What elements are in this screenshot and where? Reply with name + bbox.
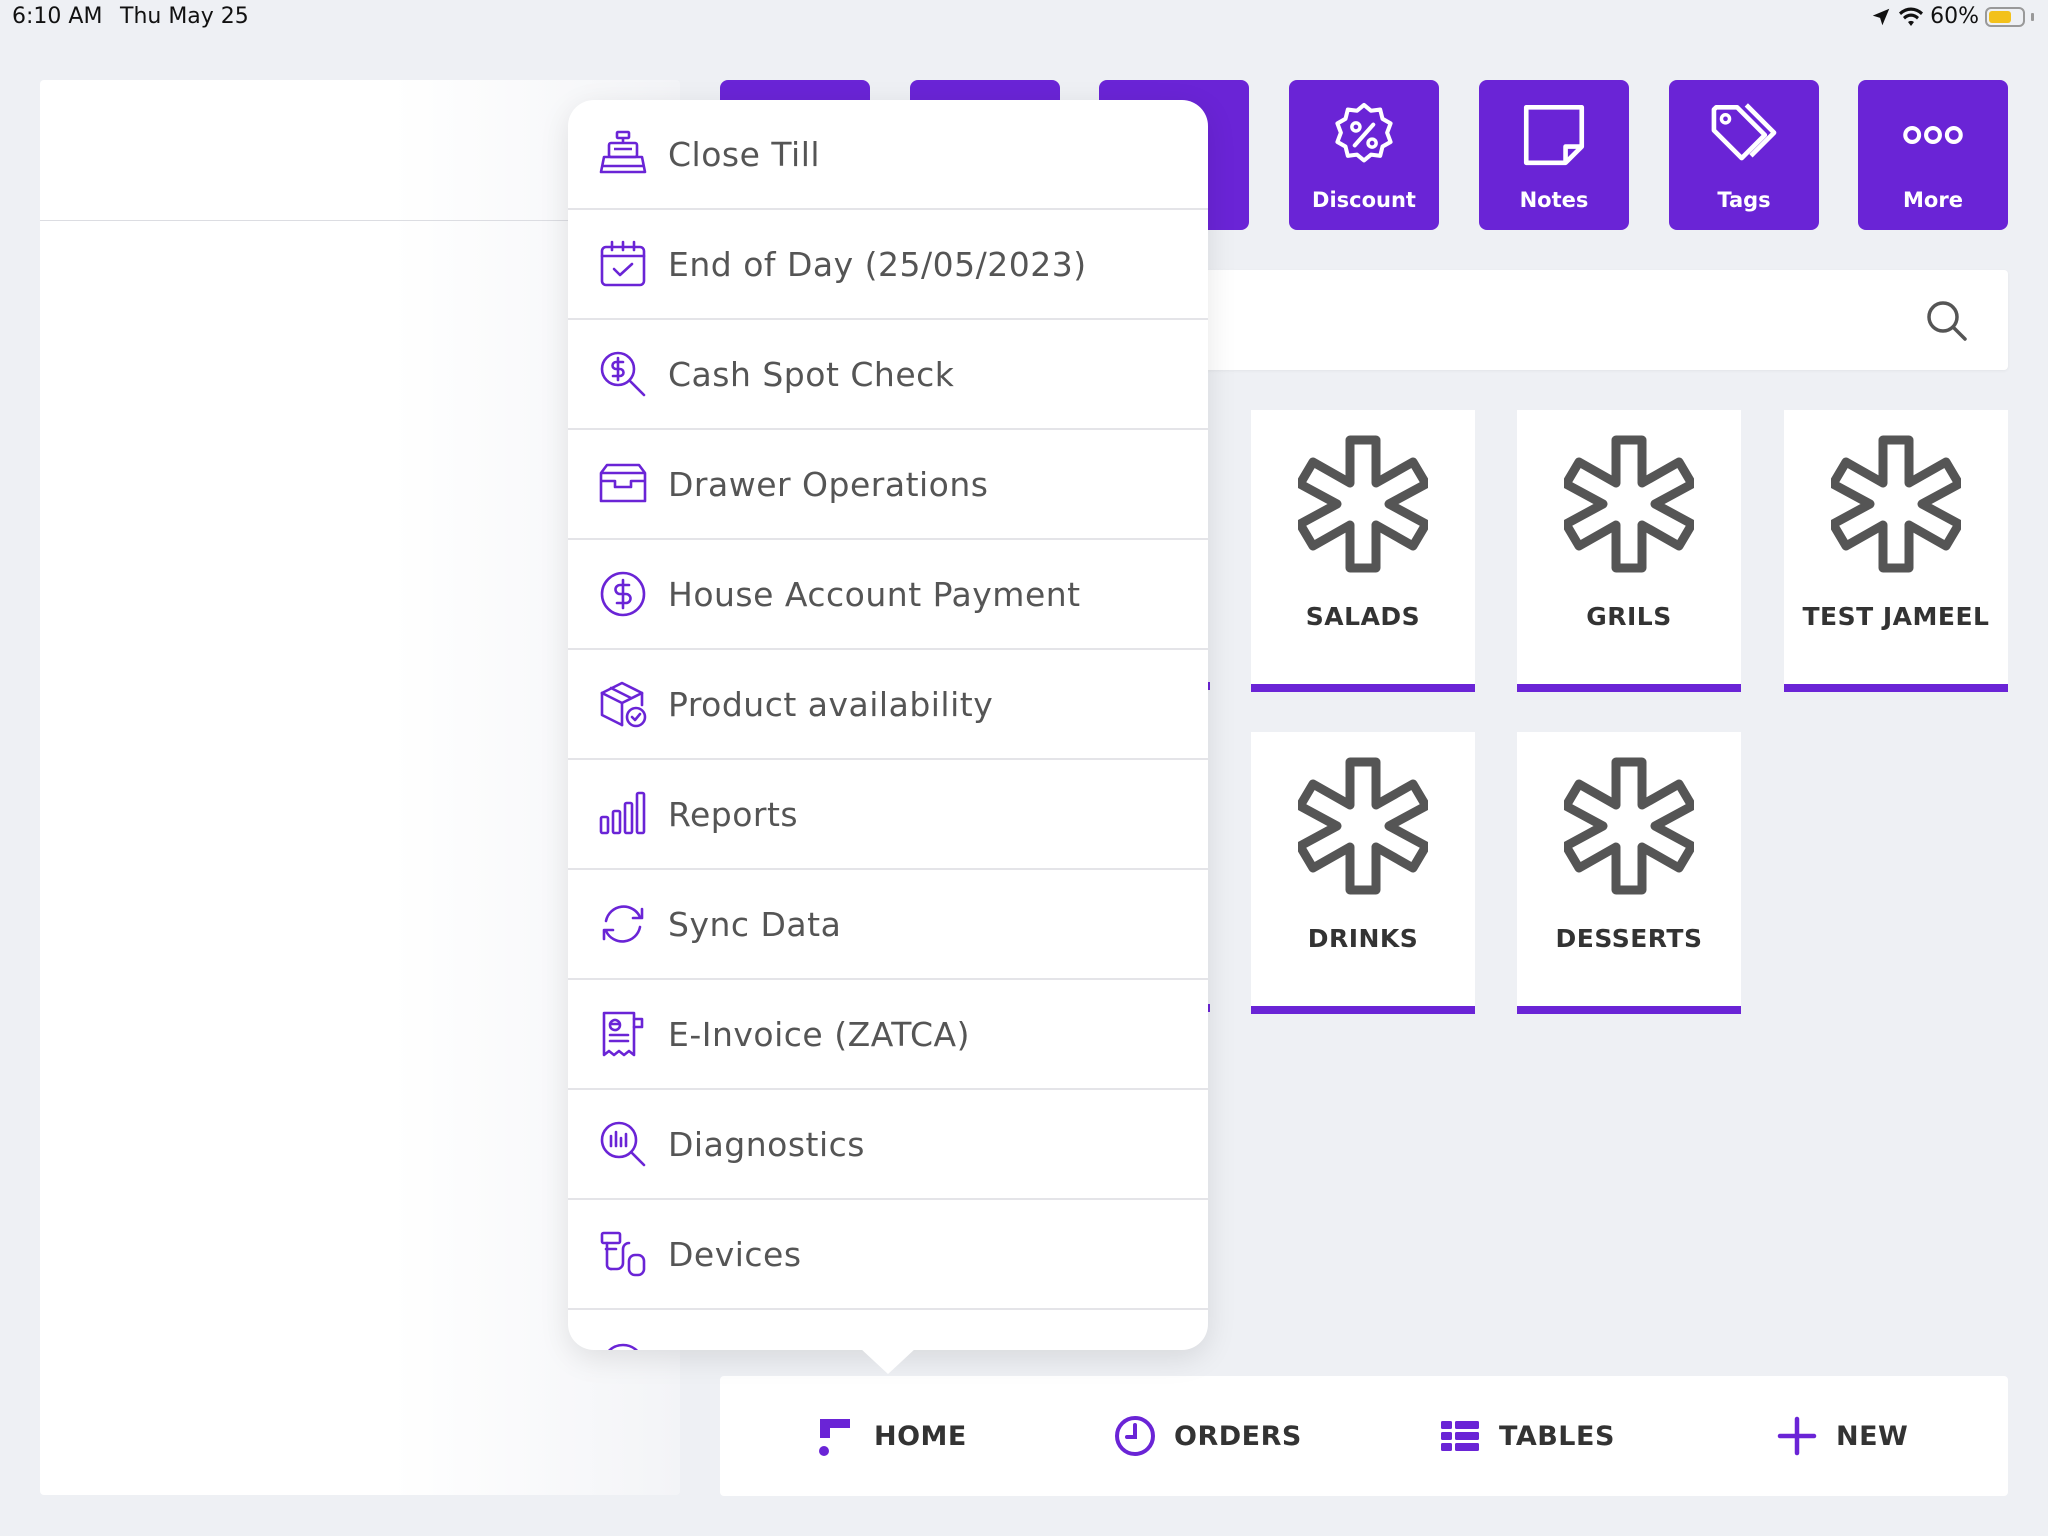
location-icon: [1872, 8, 1890, 25]
asterisk-icon: [1564, 756, 1694, 896]
menu-item-label: Sync Data: [668, 904, 842, 944]
asterisk-icon: [1831, 434, 1961, 574]
menu-item-label: Devices: [668, 1234, 802, 1274]
menu-item-label: End of Day (25/05/2023): [668, 244, 1087, 284]
menu-item-e-invoice[interactable]: E-Invoice (ZATCA): [568, 980, 1208, 1090]
asterisk-icon: [1564, 434, 1694, 574]
status-indicators: 60%: [1870, 4, 2034, 29]
notes-label: Notes: [1519, 188, 1589, 212]
category-tile-desserts[interactable]: DESSERTS: [1517, 732, 1741, 1014]
panel-divider: [40, 220, 640, 221]
menu-item-label: Cash Spot Check: [668, 354, 955, 394]
notes-icon: [1523, 104, 1585, 166]
more-menu-popover: Close Till End of Day (25/05/2023) Cash …: [568, 100, 1208, 1350]
category-label: SALADS: [1305, 602, 1421, 631]
more-button[interactable]: More: [1858, 80, 2008, 230]
menu-item-reports[interactable]: Reports: [568, 760, 1208, 870]
asterisk-icon: [1298, 756, 1428, 896]
category-label: DESSERTS: [1555, 924, 1703, 953]
nav-new-label: NEW: [1836, 1420, 1909, 1452]
menu-item-partial[interactable]: [568, 1310, 1208, 1350]
calendar-check-icon: [600, 240, 646, 287]
nav-new[interactable]: NEW: [1774, 1410, 1908, 1462]
home-logo-icon: [819, 1419, 850, 1456]
notes-button[interactable]: Notes: [1479, 80, 1629, 230]
menu-item-label: Drawer Operations: [668, 464, 989, 504]
battery-icon: [1985, 6, 2025, 27]
menu-item-diagnostics[interactable]: Diagnostics: [568, 1090, 1208, 1200]
menu-item-label: Reports: [668, 794, 799, 834]
diagnostics-icon: [600, 1121, 646, 1167]
tags-icon: [1711, 103, 1777, 161]
menu-item-drawer-operations[interactable]: Drawer Operations: [568, 430, 1208, 540]
category-tile-grils[interactable]: GRILS: [1517, 410, 1741, 692]
category-tile-salads[interactable]: SALADS: [1251, 410, 1475, 692]
search-bar[interactable]: [1190, 270, 2008, 370]
drawer-icon: [599, 463, 647, 503]
menu-item-house-account-payment[interactable]: House Account Payment: [568, 540, 1208, 650]
menu-item-label: Diagnostics: [668, 1124, 865, 1164]
tags-label: Tags: [1717, 188, 1771, 212]
category-label: DRINKS: [1307, 924, 1419, 953]
popover-arrow: [860, 1348, 916, 1374]
bottom-nav: HOME ORDERS TABLES NEW: [720, 1376, 2008, 1496]
menu-item-cash-spot-check[interactable]: Cash Spot Check: [568, 320, 1208, 430]
bar-chart-icon: [599, 791, 646, 835]
more-label: More: [1903, 188, 1963, 212]
plus-icon: [1777, 1416, 1817, 1456]
nav-orders-label: ORDERS: [1174, 1420, 1302, 1452]
dollar-circle-icon: [600, 571, 646, 617]
more-icon: [1903, 126, 1963, 144]
menu-item-label: Product availability: [668, 684, 994, 724]
tags-button[interactable]: Tags: [1669, 80, 1819, 230]
status-time: 6:10 AM: [12, 4, 103, 29]
nav-tables[interactable]: TABLES: [1437, 1410, 1615, 1462]
asterisk-icon: [1298, 434, 1428, 574]
menu-item-label: Close Till: [668, 134, 821, 174]
menu-item-label: E-Invoice (ZATCA): [668, 1014, 970, 1054]
sync-icon: [602, 905, 644, 943]
cash-register-icon: [599, 130, 647, 174]
dollar-search-icon: [600, 351, 646, 397]
search-icon[interactable]: [1924, 298, 1968, 342]
nav-tables-label: TABLES: [1499, 1420, 1615, 1452]
nav-home[interactable]: HOME: [812, 1410, 967, 1462]
battery-nub: [2031, 12, 2034, 21]
category-label: TEST JAMEEL: [1802, 602, 1990, 631]
clock-icon: [1115, 1416, 1155, 1456]
status-date: Thu May 25: [120, 4, 249, 29]
menu-item-end-of-day[interactable]: End of Day (25/05/2023): [568, 210, 1208, 320]
menu-item-devices[interactable]: Devices: [568, 1200, 1208, 1310]
menu-item-label: House Account Payment: [668, 574, 1081, 614]
status-bar: 6:10 AM Thu May 25 60%: [0, 0, 2048, 40]
nav-orders[interactable]: ORDERS: [1112, 1410, 1302, 1462]
box-check-icon: [600, 681, 647, 728]
battery-percent: 60%: [1930, 4, 1979, 29]
e-invoice-icon: [602, 1011, 644, 1057]
discount-label: Discount: [1312, 188, 1416, 212]
wifi-icon: [1899, 7, 1924, 26]
category-label: GRILS: [1586, 602, 1672, 631]
discount-icon: [1335, 102, 1393, 163]
menu-item-sync-data[interactable]: Sync Data: [568, 870, 1208, 980]
category-tile-test-jameel[interactable]: TEST JAMEEL: [1784, 410, 2008, 692]
tables-icon: [1441, 1421, 1479, 1451]
discount-button[interactable]: Discount: [1289, 80, 1439, 230]
nav-home-label: HOME: [874, 1420, 967, 1452]
menu-item-close-till[interactable]: Close Till: [568, 100, 1208, 210]
partial-icon: [607, 1343, 639, 1350]
menu-item-product-availability[interactable]: Product availability: [568, 650, 1208, 760]
devices-icon: [600, 1231, 646, 1277]
category-tile-drinks[interactable]: DRINKS: [1251, 732, 1475, 1014]
